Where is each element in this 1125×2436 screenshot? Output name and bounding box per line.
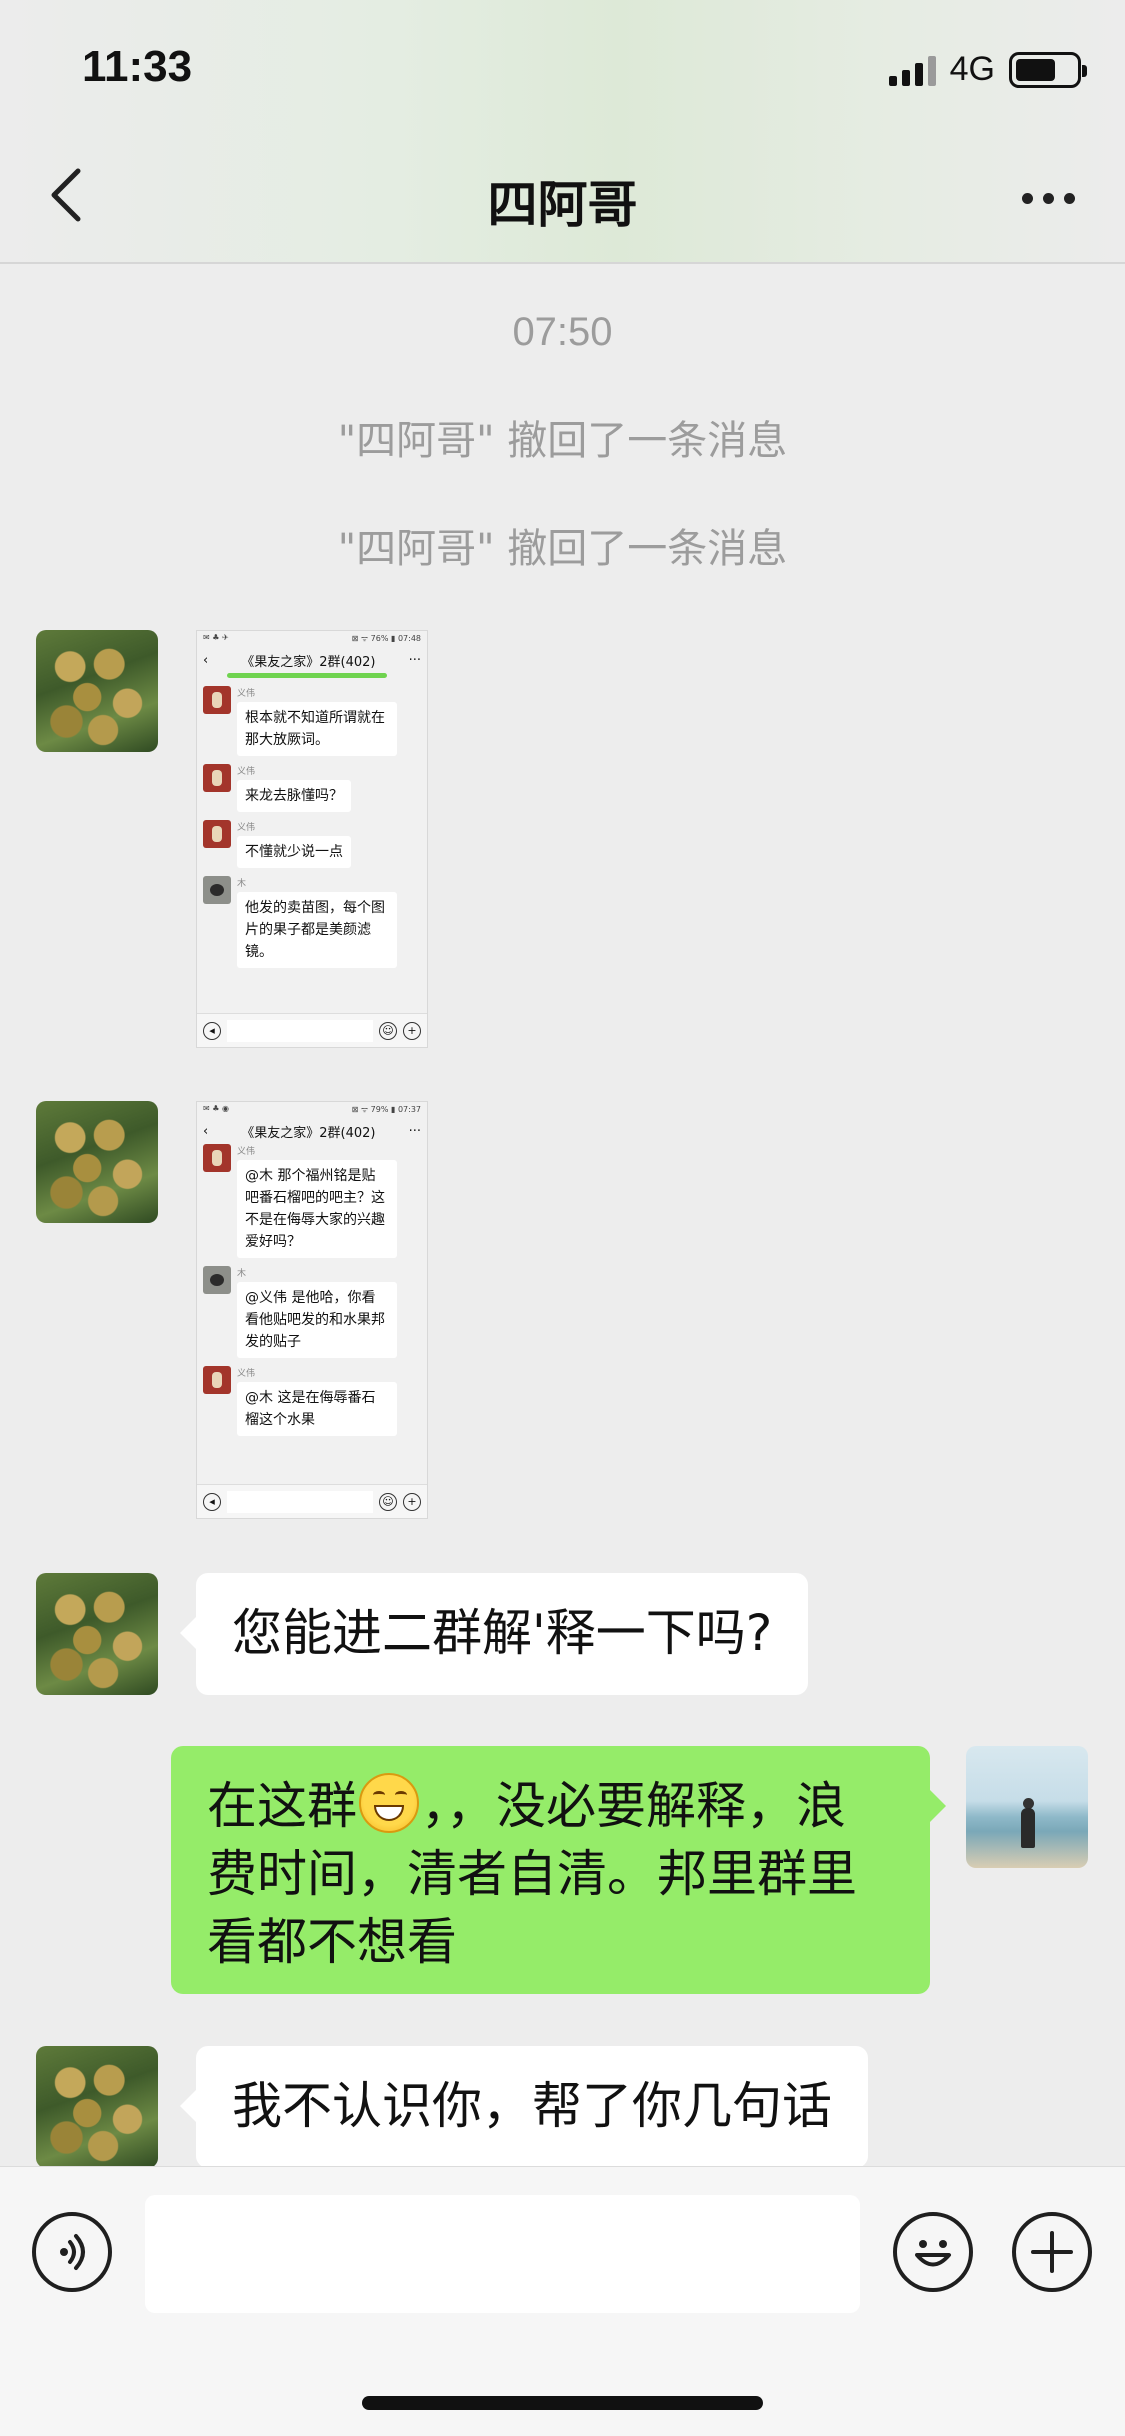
mini-more-icon: ··· [408,1123,421,1139]
emoji-button[interactable] [893,2212,973,2292]
mini-input-field [227,1019,373,1042]
mini-sender: 义伟 [237,823,256,833]
mini-bubble: 根本就不知道所谓就在那大放厥词。 [237,702,397,756]
contact-avatar[interactable] [36,1101,158,1223]
image-message[interactable]: ✉ ♣ ✈ ⊠ ᯤ 76% ▮ 07:48 ‹ 《果友之家》2群(402) ··… [196,630,428,1048]
mini-voice-icon: ◂ [203,1492,221,1511]
mini-bubble: @义伟 是他哈，你看看他贴吧发的和水果邦发的贴子 [237,1282,397,1358]
dot-icon [1043,192,1054,204]
mini-status-left: ✉ ♣ ✈ [203,633,229,642]
home-indicator [362,2396,763,2410]
mini-avatar [203,686,231,714]
mini-more-icon: ··· [408,652,421,668]
mini-status-bar: ✉ ♣ ✈ ⊠ ᯤ 76% ▮ 07:48 [197,631,427,647]
mini-input-bar: ◂ ☺ + [197,1013,427,1047]
mini-input-bar: ◂ ☺ + [197,1484,427,1518]
mini-bubble: @木 那个福州铭是贴吧番石榴吧的吧主？这不是在侮辱大家的兴趣爱好吗？ [237,1160,397,1258]
message-input[interactable] [145,2195,860,2313]
message-timestamp: 07:50 [512,310,613,354]
header-area: 11:33 4G 四阿哥 [0,0,1125,264]
mini-bubble: 他发的卖苗图，每个图片的果子都是美颜滤镜。 [237,892,397,968]
mini-avatar [203,1366,231,1394]
mini-plus-icon: + [403,1021,421,1040]
mini-voice-icon: ◂ [203,1021,221,1040]
mini-header: ‹ 《果友之家》2群(402) ··· [197,1118,427,1144]
contact-avatar[interactable] [36,1573,158,1695]
mini-message: 义伟根本就不知道所谓就在那大放厥词。 [197,686,427,756]
mini-sender: 木 [237,1269,247,1279]
mini-bubble: 不懂就少说一点 [237,836,351,868]
contact-avatar[interactable] [36,630,158,752]
grin-emoji-icon [359,1773,419,1833]
plus-icon [1031,2231,1073,2273]
mini-status-left: ✉ ♣ ◉ [203,1104,229,1113]
voice-icon [60,2234,85,2270]
message-text: 在这群 [207,1777,357,1835]
chat-title: 四阿哥 [487,176,638,234]
mini-sender: 义伟 [237,1147,256,1157]
network-type: 4G [949,50,995,88]
mini-status-bar: ✉ ♣ ◉ ⊠ ᯤ 79% ▮ 07:37 [197,1102,427,1118]
recall-notice: "四阿哥" 撤回了一条消息 [337,418,788,464]
smiley-icon [915,2240,951,2267]
mini-message: 义伟 不懂就少说一点 [197,820,427,868]
voice-button[interactable] [32,2212,112,2292]
mini-message: 义伟 @木 这是在侮辱番石榴这个水果 [197,1366,427,1436]
message-bubble-incoming[interactable]: 您能进二群解'释一下吗? [179,1573,809,1695]
mini-avatar [203,820,231,848]
mini-sender: 义伟 [237,1369,256,1379]
mini-message: 木他发的卖苗图，每个图片的果子都是美颜滤镜。 [197,876,427,968]
mini-status-right: ⊠ ᯤ 76% ▮ 07:48 [351,634,421,643]
mini-emoji-icon: ☺ [379,1021,397,1040]
mini-avatar [203,1144,231,1172]
mini-avatar [203,764,231,792]
mini-back-icon: ‹ [203,652,209,668]
status-time: 11:33 [82,42,193,91]
signal-icon [888,54,936,86]
message-bubble-outgoing[interactable]: 在这群 ，，没必要解释，浪费时间，清者自清。邦里群里看都不想看 [171,1746,946,1994]
mini-avatar [203,876,231,904]
dot-icon [1022,192,1033,204]
mini-header: ‹ 《果友之家》2群(402) ··· [197,647,427,673]
mini-bubble: 来龙去脉懂吗？ [237,780,351,812]
contact-avatar[interactable] [36,2046,158,2168]
mini-sender: 木 [237,879,247,889]
message-bubble-incoming[interactable]: 我不认识你，帮了你几句话 [180,2046,868,2168]
recall-notice: "四阿哥" 撤回了一条消息 [337,526,788,572]
mini-status-right: ⊠ ᯤ 79% ▮ 07:37 [351,1105,421,1114]
image-message[interactable]: ✉ ♣ ◉ ⊠ ᯤ 79% ▮ 07:37 ‹ 《果友之家》2群(402) ··… [196,1101,428,1519]
mini-message: 义伟 @木 那个福州铭是贴吧番石榴吧的吧主？这不是在侮辱大家的兴趣爱好吗？ [197,1144,427,1258]
mini-sender: 义伟 [237,689,256,699]
mini-avatar [203,1266,231,1294]
mini-message: 木 @义伟 是他哈，你看看他贴吧发的和水果邦发的贴子 [197,1266,427,1358]
mini-plus-icon: + [403,1492,421,1511]
mini-title: 《果友之家》2群(402) [241,654,376,670]
mini-input-field [227,1490,373,1513]
my-avatar[interactable] [966,1746,1088,1868]
mini-back-icon: ‹ [203,1123,209,1139]
more-options-button[interactable] [1022,178,1075,218]
mini-progress-bar [227,673,387,678]
mini-emoji-icon: ☺ [379,1492,397,1511]
more-functions-button[interactable] [1012,2212,1092,2292]
battery-icon [1009,51,1087,88]
mini-sender: 义伟 [237,767,256,777]
status-indicators: 4G [888,50,1087,89]
mini-title: 《果友之家》2群(402) [241,1125,376,1141]
dot-icon [1064,192,1075,204]
mini-bubble: @木 这是在侮辱番石榴这个水果 [237,1382,397,1436]
mini-message: 义伟来龙去脉懂吗？ [197,764,427,812]
